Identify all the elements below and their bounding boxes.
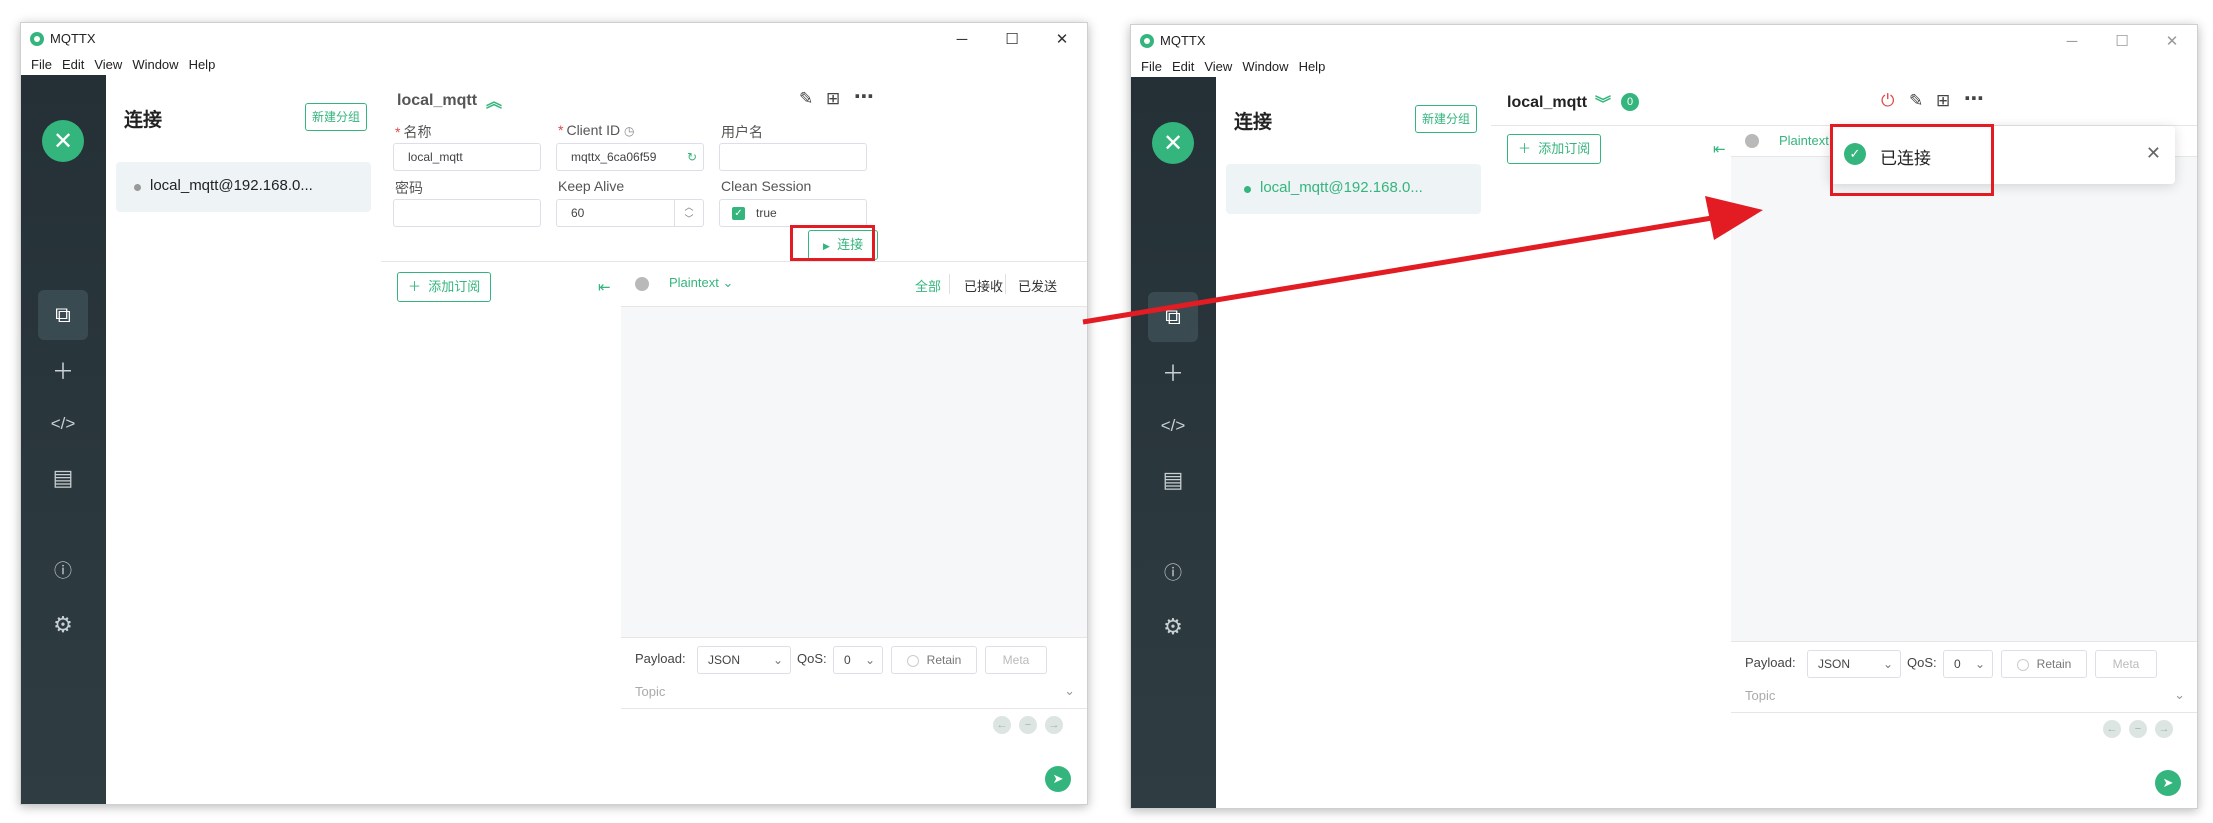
annotation-arrow <box>1082 196 1763 325</box>
arrow-head <box>1705 196 1763 240</box>
arrow-shaft <box>1082 215 1713 325</box>
